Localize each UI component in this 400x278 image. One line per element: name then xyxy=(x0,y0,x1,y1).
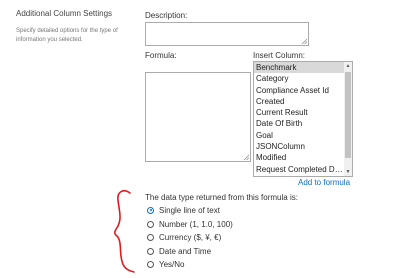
radio-label: Number (1, 1.0, 100) xyxy=(159,219,233,229)
resize-grip-icon[interactable] xyxy=(301,38,307,44)
list-item-category[interactable]: Category xyxy=(254,73,344,84)
radio-option-single-line[interactable]: Single line of text xyxy=(147,204,220,216)
list-item-benchmark[interactable]: Benchmark xyxy=(254,62,344,74)
formula-textarea[interactable] xyxy=(145,72,251,162)
radio-checked-icon[interactable] xyxy=(147,206,154,214)
radio-unchecked-icon[interactable] xyxy=(147,220,154,228)
insert-column-label: Insert Column: xyxy=(253,51,306,60)
radio-unchecked-icon[interactable] xyxy=(147,247,154,255)
scroll-up-icon[interactable]: ▲ xyxy=(344,62,352,70)
list-item-compliance-asset-id[interactable]: Compliance Asset Id xyxy=(254,85,344,96)
radio-unchecked-icon[interactable] xyxy=(147,233,154,241)
list-item-current-result[interactable]: Current Result xyxy=(254,107,344,118)
list-item-created[interactable]: Created xyxy=(254,96,344,107)
insert-column-listbox[interactable]: Benchmark Category Compliance Asset Id C… xyxy=(253,61,353,177)
listbox-scrollbar[interactable]: ▲ ▼ xyxy=(344,62,352,176)
list-item-jsoncolumn[interactable]: JSONColumn xyxy=(254,141,344,152)
list-item-goal[interactable]: Goal xyxy=(254,130,344,141)
radio-option-yes-no[interactable]: Yes/No xyxy=(147,258,185,270)
resize-grip-icon[interactable] xyxy=(243,154,249,160)
radio-unchecked-icon[interactable] xyxy=(147,260,154,268)
description-label: Description: xyxy=(145,11,188,20)
formula-label: Formula: xyxy=(145,51,177,60)
scroll-down-icon[interactable]: ▼ xyxy=(344,168,352,176)
radio-label: Currency ($, ¥, €) xyxy=(159,232,222,242)
return-type-label: The data type returned from this formula… xyxy=(145,193,298,202)
radio-option-date-time[interactable]: Date and Time xyxy=(147,245,211,257)
radio-option-number[interactable]: Number (1, 1.0, 100) xyxy=(147,218,233,230)
radio-label: Date and Time xyxy=(159,246,212,256)
description-textarea[interactable] xyxy=(145,22,309,46)
list-item-request-completed[interactable]: Request Completed Da... xyxy=(254,164,344,175)
list-item-date-of-birth[interactable]: Date Of Birth xyxy=(254,118,344,129)
radio-option-currency[interactable]: Currency ($, ¥, €) xyxy=(147,231,221,243)
scroll-thumb[interactable] xyxy=(345,72,351,158)
radio-label: Yes/No xyxy=(159,259,185,269)
section-title: Additional Column Settings xyxy=(16,9,113,18)
list-item-modified[interactable]: Modified xyxy=(254,152,344,163)
add-to-formula-link[interactable]: Add to formula xyxy=(298,178,350,187)
section-description: Specify detailed options for the type of… xyxy=(16,28,118,43)
radio-label: Single line of text xyxy=(159,205,220,215)
red-bracket-annotation xyxy=(113,190,135,273)
